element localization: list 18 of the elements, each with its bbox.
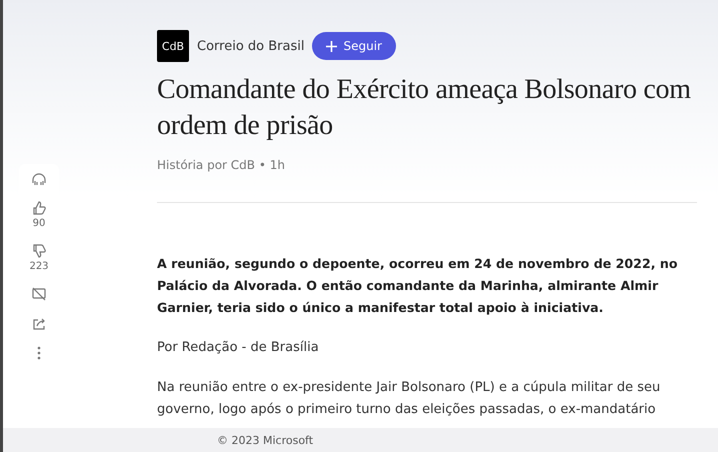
copyright: © 2023 Microsoft [217, 434, 314, 446]
paragraph: Por Redação - de Brasília [157, 339, 320, 357]
reaction-count: 90 [32, 218, 46, 229]
headline: Comandante do Exército ameaça Bolsonaro com ordem de prisão [157, 73, 692, 143]
more-icon[interactable] [37, 346, 41, 360]
plus-icon [326, 40, 338, 52]
lead-paragraph: A reunião, segundo o depoente, ocorreu em 24 de novembro de 2022, no Palácio da Alvorada. O então comandante da Marinha, almirante Almir Garnier, teria sido o único a manifestar total apoio à iniciativa. [157, 255, 678, 317]
share-icon[interactable] [31, 316, 47, 332]
follow-button[interactable]: Seguir [312, 32, 396, 60]
byline: História por CdB • 1h [157, 158, 286, 172]
reaction-count: 223 [29, 261, 49, 272]
headphones-icon[interactable] [31, 172, 47, 186]
paragraph: Na reunião entre o ex-presidente Jair Bolsonaro (PL) e a cúpula militar de seu governo, logo após o primeiro turno das eleições passadas, o ex-mandatário [157, 379, 662, 419]
hide-icon[interactable] [31, 286, 47, 302]
thumbs-up-icon[interactable] [31, 200, 47, 216]
thumbs-down-icon[interactable] [31, 243, 47, 259]
publisher-name[interactable]: Correio do Brasil [197, 38, 304, 54]
publisher-logo: CdB [157, 30, 189, 62]
